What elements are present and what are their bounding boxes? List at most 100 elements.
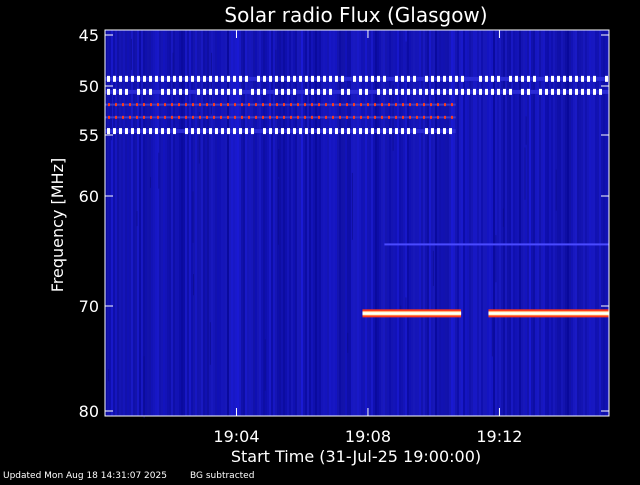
noise-column [167,30,169,416]
feature-dash [557,75,560,82]
noise-column [291,30,293,416]
feature-dash [155,75,158,82]
feature-dash [395,88,398,95]
noise-column [533,30,535,416]
feature-dot [367,115,369,119]
noise-column [205,30,207,416]
feature-dash [569,88,572,95]
noise-column [577,30,579,416]
noise-column [165,30,167,416]
x-tick-label: 19:12 [476,427,522,446]
carrier-line [362,309,462,318]
feature-dot [143,115,145,119]
noise-column [501,30,503,416]
noise-column [145,30,147,416]
feature-dash [443,128,446,135]
feature-dash [353,75,356,82]
feature-dash [461,75,464,82]
noise-column [183,30,185,416]
noise-streak [136,211,138,227]
noise-column [297,30,299,416]
noise-column [123,30,125,416]
noise-column [219,30,221,416]
feature-dash [389,88,392,95]
noise-column [361,30,363,416]
noise-column [435,30,437,416]
feature-dot [150,115,152,119]
noise-column [489,30,491,416]
noise-column [579,30,581,416]
feature-dot [332,115,334,119]
feature-dash [431,128,434,135]
feature-dot [360,115,362,119]
feature-dash [545,75,548,82]
feature-dash [371,128,374,135]
noise-column [121,30,123,416]
feature-dash [467,88,470,95]
feature-dash [395,128,398,135]
noise-column [491,30,493,416]
feature-dash [365,75,368,82]
feature-dash [167,88,170,95]
feature-band-peak [362,312,462,315]
noise-column [415,30,417,416]
feature-dot [115,115,117,119]
feature-dash [569,75,572,82]
feature-dash [245,75,248,82]
noise-column [367,30,369,416]
noise-streak [351,172,353,240]
feature-dash [113,128,116,135]
noise-column [269,30,271,416]
feature-band [384,243,609,246]
noise-column [383,30,385,416]
feature-dot [423,115,425,119]
noise-column [519,30,521,416]
feature-dash [287,88,290,95]
feature-dash [113,88,116,95]
noise-column [303,30,305,416]
feature-dash [185,88,188,95]
noise-column [417,30,419,416]
noise-column [163,30,165,416]
feature-dash [605,75,608,82]
noise-column [599,30,601,416]
feature-dash [305,88,308,95]
feature-dot [192,103,194,107]
carrier-line [488,309,609,318]
feature-dash [491,88,494,95]
noise-column [375,30,377,416]
noise-column [429,30,431,416]
feature-dot [220,115,222,119]
feature-dash [503,88,506,95]
noise-column [583,30,585,416]
noise-streak [198,112,200,164]
noise-column [459,30,461,416]
feature-dash [377,88,380,95]
noise-column [181,30,183,416]
noise-column [127,30,129,416]
noise-column [295,30,297,416]
noise-streak [277,179,279,245]
feature-dash [239,88,242,95]
feature-dash [419,88,422,95]
noise-streak [491,316,493,357]
feature-dot [290,103,292,107]
feature-dash [545,88,548,95]
feature-dash [161,75,164,82]
noise-column [317,30,319,416]
noise-column [159,30,161,416]
noise-column [139,30,141,416]
noise-column [379,30,381,416]
feature-dash [413,128,416,135]
feature-dash [293,75,296,82]
feature-dot [311,103,313,107]
feature-dash [203,128,206,135]
feature-dash [431,88,434,95]
noise-column [447,30,449,416]
noise-column [195,30,197,416]
noise-column [477,30,479,416]
feature-dash [113,75,116,82]
noise-column [411,30,413,416]
feature-dot [157,103,159,107]
feature-dot [185,103,187,107]
